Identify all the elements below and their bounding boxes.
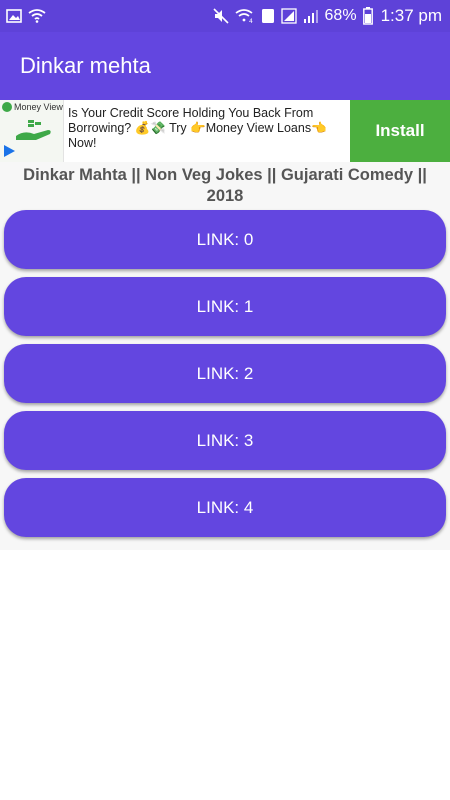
video-title: Dinkar Mahta || Non Veg Jokes || Gujarat… — [23, 166, 427, 205]
wifi-calling-icon: 4 — [235, 8, 255, 24]
status-bar-right: 4 68% 1:37 pm — [212, 6, 442, 26]
cell-bars-icon — [303, 8, 319, 24]
battery-percent: 68% — [324, 7, 357, 24]
hand-coins-icon — [14, 118, 54, 147]
svg-text:4: 4 — [249, 18, 253, 24]
link-button-3[interactable]: LINK: 3 — [4, 411, 446, 470]
ad-choices-icon[interactable] — [2, 144, 16, 163]
wifi-icon — [28, 9, 46, 23]
battery-icon — [362, 7, 373, 25]
link-button-4[interactable]: LINK: 4 — [4, 478, 446, 537]
status-time: 1:37 pm — [380, 6, 442, 25]
mute-icon — [212, 8, 229, 24]
app-bar: Dinkar mehta — [0, 32, 450, 100]
ad-text[interactable]: Is Your Credit Score Holding You Back Fr… — [64, 100, 350, 162]
ad-brand: Money View — [2, 102, 63, 112]
link-list: LINK: 0 LINK: 1 LINK: 2 LINK: 3 LINK: 4 — [0, 207, 450, 537]
link-button-1[interactable]: LINK: 1 — [4, 277, 446, 336]
ad-brand-name: Money View — [14, 102, 63, 112]
status-bar: 4 68% 1:37 pm — [0, 0, 450, 32]
link-button-0[interactable]: LINK: 0 — [4, 210, 446, 269]
install-button[interactable]: Install — [350, 100, 450, 162]
main-content: Dinkar Mahta || Non Veg Jokes || Gujarat… — [0, 162, 450, 550]
signal-icon — [280, 8, 297, 24]
status-bar-left — [6, 9, 46, 23]
sim-icon — [261, 8, 275, 24]
ad-logo[interactable]: Money View — [0, 100, 64, 162]
ad-banner[interactable]: Money View Is Your Credit Score Holding … — [0, 100, 450, 162]
image-icon — [6, 9, 22, 23]
app-title: Dinkar mehta — [20, 53, 151, 78]
money-view-logo-icon — [2, 102, 12, 112]
link-button-2[interactable]: LINK: 2 — [4, 344, 446, 403]
